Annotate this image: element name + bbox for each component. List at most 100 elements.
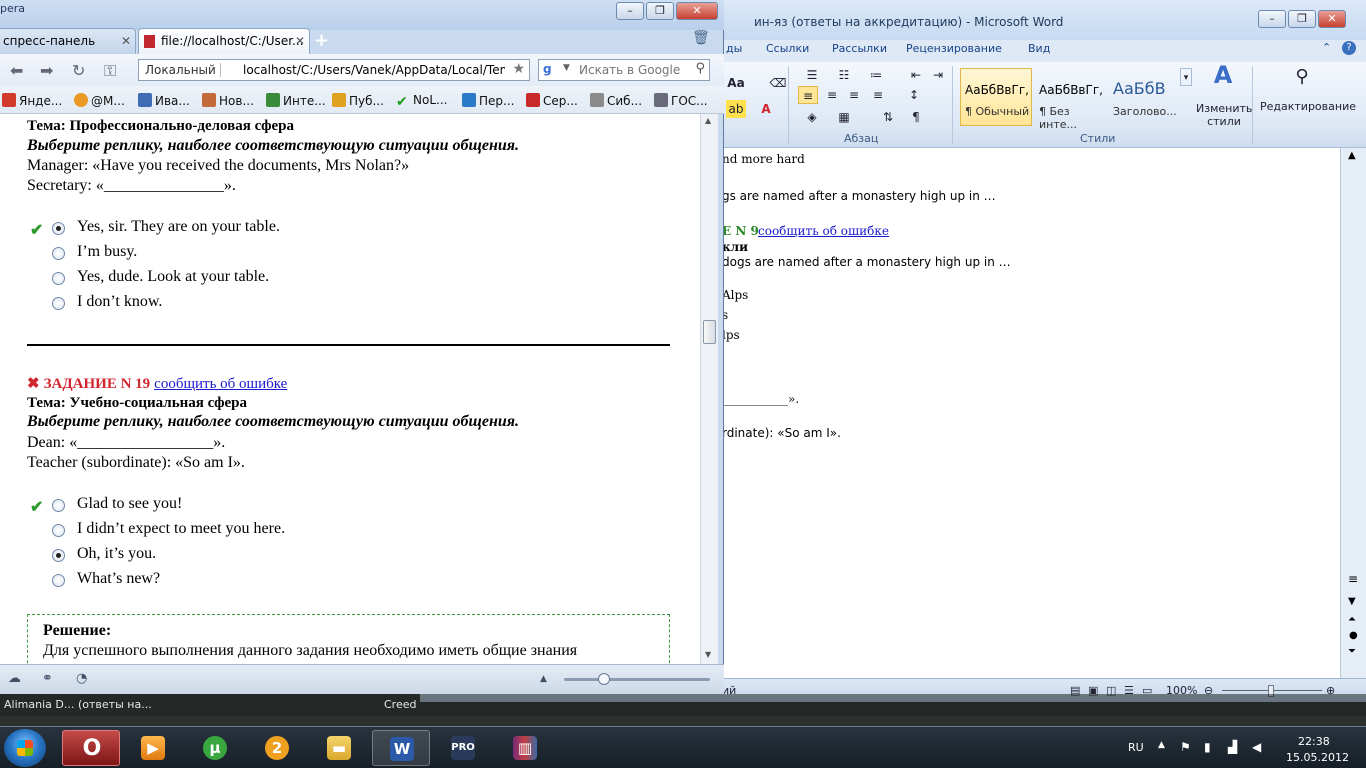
- editing-button[interactable]: Редактирование: [1260, 100, 1356, 113]
- volume-icon[interactable]: ◀: [1252, 740, 1261, 754]
- speed-icon[interactable]: ◔: [76, 671, 87, 686]
- change-case-icon[interactable]: Aa: [726, 74, 746, 92]
- bookmark-item[interactable]: Пуб...: [332, 93, 384, 108]
- justify-icon[interactable]: ≡: [868, 86, 888, 104]
- address-bar[interactable]: Локальный ★: [138, 59, 530, 81]
- clear-format-icon[interactable]: ⌫: [768, 74, 788, 92]
- numbering-icon[interactable]: ☷: [834, 66, 854, 84]
- shading-icon[interactable]: ◈: [802, 108, 822, 126]
- zoom-slider-knob[interactable]: [598, 673, 610, 685]
- bookmark-item[interactable]: @M...: [74, 93, 125, 108]
- bookmark-star-icon[interactable]: ★: [512, 61, 525, 77]
- scroll-thumb[interactable]: [703, 320, 716, 344]
- align-right-icon[interactable]: ≡: [844, 86, 864, 104]
- search-box[interactable]: g ▼ ⚲: [538, 59, 710, 81]
- zoom-toggle-icon[interactable]: ▲: [540, 674, 547, 684]
- word-close-button[interactable]: ✕: [1318, 10, 1346, 28]
- change-styles-button[interactable]: Изменить стили: [1196, 102, 1252, 128]
- scroll-up-icon[interactable]: ▲: [705, 116, 711, 125]
- report-error-link[interactable]: сообщить об ошибке: [154, 376, 287, 392]
- line-spacing-icon[interactable]: ↕: [904, 86, 924, 104]
- word-tab-review[interactable]: Рецензирование: [906, 42, 1002, 55]
- radio-button[interactable]: [52, 574, 65, 587]
- tab-local-file[interactable]: file://localhost/C:/User... ✕: [138, 28, 310, 54]
- taskbar-explorer[interactable]: ▬: [310, 730, 368, 766]
- next-page-icon[interactable]: ⏷: [1348, 646, 1356, 657]
- binoculars-icon[interactable]: ⚲: [1290, 68, 1314, 92]
- tray-expand-icon[interactable]: ▲: [1158, 740, 1165, 750]
- preview-label[interactable]: (ответы на...: [78, 698, 152, 711]
- align-left-icon[interactable]: ≡: [798, 86, 818, 104]
- taskbar-video-pro[interactable]: PRO: [434, 730, 492, 766]
- sort-icon[interactable]: ⇅: [878, 108, 898, 126]
- styles-scroll-icon[interactable]: ▾: [1180, 68, 1192, 86]
- radio-button[interactable]: [52, 549, 65, 562]
- show-marks-icon[interactable]: ¶: [906, 108, 926, 126]
- style-heading[interactable]: АаБбВ Заголово...: [1108, 68, 1178, 126]
- browse-object-icon[interactable]: ●: [1349, 630, 1358, 641]
- radio-button[interactable]: [52, 247, 65, 260]
- word-minimize-button[interactable]: –: [1258, 10, 1286, 28]
- style-normal[interactable]: АаБбВвГг, ¶ Обычный: [960, 68, 1032, 126]
- google-icon[interactable]: g: [543, 62, 559, 78]
- change-styles-icon[interactable]: A: [1206, 63, 1240, 96]
- taskbar-utorrent[interactable]: µ: [186, 730, 244, 766]
- search-input[interactable]: [579, 62, 689, 78]
- forward-icon[interactable]: ➡: [40, 61, 53, 80]
- new-tab-icon[interactable]: +: [314, 30, 329, 51]
- browser-maximize-button[interactable]: ❐: [646, 2, 674, 20]
- word-help-icon[interactable]: ?: [1342, 41, 1356, 55]
- word-tab-references[interactable]: Ссылки: [766, 42, 809, 55]
- preview-label[interactable]: Creed: [384, 698, 416, 711]
- bookmark-item[interactable]: Янде...: [2, 93, 62, 108]
- search-icon[interactable]: ⚲: [695, 61, 705, 76]
- radio-button[interactable]: [52, 272, 65, 285]
- highlight-icon[interactable]: ab: [726, 100, 746, 118]
- bookmark-item[interactable]: Сер...: [526, 93, 578, 108]
- style-no-spacing[interactable]: АаБбВвГг, ¶ Без инте...: [1034, 68, 1106, 131]
- battery-icon[interactable]: ▮: [1204, 740, 1211, 754]
- address-input[interactable]: [243, 62, 505, 78]
- taskbar-media-player[interactable]: ▶: [124, 730, 182, 766]
- word-tab-partial[interactable]: ды: [726, 42, 742, 55]
- bookmark-item[interactable]: ГОС...: [654, 93, 708, 108]
- multilevel-list-icon[interactable]: ≔: [866, 66, 886, 84]
- taskbar-app-4[interactable]: 2: [248, 730, 306, 766]
- browser-close-button[interactable]: ✕: [676, 2, 718, 20]
- clock-date[interactable]: 15.05.2012: [1286, 751, 1349, 764]
- trash-icon[interactable]: 🗑: [692, 30, 710, 46]
- borders-icon[interactable]: ▦: [834, 108, 854, 126]
- radio-button[interactable]: [52, 297, 65, 310]
- browser-minimize-button[interactable]: –: [616, 2, 644, 20]
- radio-button[interactable]: [52, 524, 65, 537]
- increase-indent-icon[interactable]: ⇥: [928, 66, 948, 84]
- chevron-down-icon[interactable]: ▼: [563, 63, 570, 73]
- word-vertical-scrollbar[interactable]: ▲ ≡ ▼ ⏶ ● ⏷: [1340, 148, 1366, 678]
- zoom-slider[interactable]: [564, 673, 710, 685]
- scroll-up-icon[interactable]: ▲: [1348, 150, 1356, 161]
- bookmark-item[interactable]: Пер...: [462, 93, 514, 108]
- bookmark-item[interactable]: ✔ NoL...: [396, 93, 447, 109]
- preview-label[interactable]: Alimania D...: [4, 698, 74, 711]
- language-indicator[interactable]: RU: [1128, 741, 1144, 754]
- bookmark-item[interactable]: Сиб...: [590, 93, 642, 108]
- radio-button[interactable]: [52, 499, 65, 512]
- tab-speed-dial[interactable]: спресс-панель ✕: [0, 28, 136, 54]
- share-icon[interactable]: ⚭: [42, 671, 53, 686]
- start-button[interactable]: [4, 729, 46, 767]
- scroll-down-icon[interactable]: ▼: [705, 650, 711, 659]
- flag-icon[interactable]: ⚑: [1180, 740, 1191, 754]
- align-center-icon[interactable]: ≡: [822, 86, 842, 104]
- network-icon[interactable]: ▟: [1228, 740, 1237, 754]
- taskbar-word[interactable]: W: [372, 730, 430, 766]
- taskbar-opera[interactable]: O: [62, 730, 120, 766]
- scroll-down-icon[interactable]: ▼: [1348, 596, 1356, 607]
- bookmark-item[interactable]: Ива...: [138, 93, 190, 108]
- prev-page-icon[interactable]: ⏶: [1348, 614, 1356, 625]
- decrease-indent-icon[interactable]: ⇤: [906, 66, 926, 84]
- word-ribbon-minimize-icon[interactable]: ⌃: [1322, 41, 1331, 54]
- bookmark-item[interactable]: Нов...: [202, 93, 254, 108]
- cloud-icon[interactable]: ☁: [8, 671, 21, 686]
- word-tab-mailings[interactable]: Рассылки: [832, 42, 887, 55]
- key-icon[interactable]: ⚿: [104, 61, 116, 81]
